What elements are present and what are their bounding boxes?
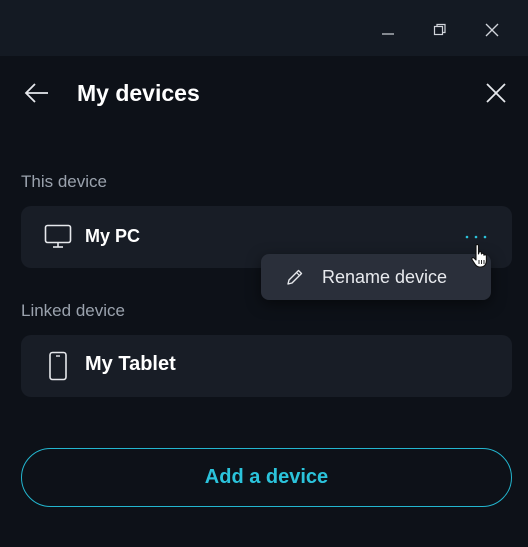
pencil-icon	[287, 269, 303, 285]
hand-cursor-icon	[471, 243, 487, 268]
close-icon	[485, 23, 499, 37]
minimize-button[interactable]	[366, 8, 410, 52]
restore-icon	[433, 23, 446, 36]
device-context-menu: Rename device	[261, 254, 491, 300]
add-device-button[interactable]: Add a device	[21, 448, 512, 507]
section-label-linked-device: Linked device	[21, 301, 125, 320]
tablet-icon	[43, 351, 73, 381]
window-close-button[interactable]	[470, 8, 514, 52]
arrow-left-icon	[24, 83, 48, 103]
window-titlebar	[0, 0, 528, 56]
more-dots-icon	[465, 235, 487, 239]
device-name: My Tablet	[85, 353, 176, 375]
menu-item-rename-device[interactable]: Rename device	[261, 254, 491, 300]
device-name: My PC	[85, 226, 141, 246]
monitor-icon	[43, 222, 73, 252]
minimize-icon	[382, 33, 394, 35]
back-button[interactable]	[20, 78, 54, 108]
close-icon	[486, 83, 506, 103]
device-card-my-tablet[interactable]: My Tablet	[21, 335, 512, 397]
restore-button[interactable]	[418, 8, 462, 52]
menu-item-label: Rename device	[322, 267, 448, 287]
page-title: My devices	[77, 80, 200, 106]
section-label-this-device: This device	[21, 172, 107, 191]
close-panel-button[interactable]	[480, 78, 512, 108]
